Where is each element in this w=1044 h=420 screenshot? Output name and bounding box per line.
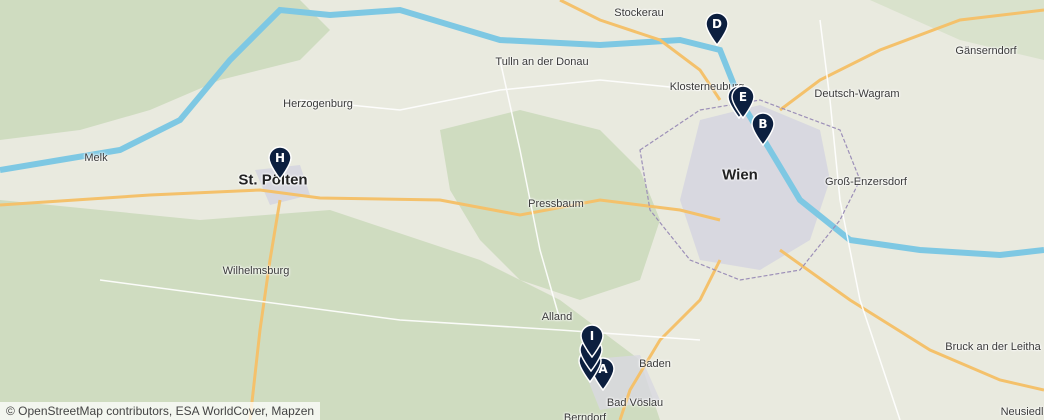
attribution-link[interactable]: © OpenStreetMap contributors, ESA WorldC… <box>6 404 314 418</box>
marker-label: I <box>589 329 595 343</box>
map-marker-H[interactable]: H <box>267 146 293 180</box>
place-label-deutsch-wagram: Deutsch-Wagram <box>814 88 900 100</box>
place-label-neusiedl: Neusiedl <box>1000 406 1044 418</box>
marker-label: H <box>274 151 286 165</box>
place-label-baden: Baden <box>639 358 671 370</box>
place-label-gross-enzersdorf: Groß-Enzersdorf <box>825 176 907 188</box>
place-label-stockerau: Stockerau <box>614 7 664 19</box>
place-label-alland: Alland <box>541 311 573 323</box>
place-label-berndorf: Berndorf <box>563 412 607 420</box>
map-attribution[interactable]: © OpenStreetMap contributors, ESA WorldC… <box>0 402 321 420</box>
place-label-wilhelmsburg: Wilhelmsburg <box>222 265 290 277</box>
place-label-pressbaum: Pressbaum <box>528 198 584 210</box>
place-label-bad-voeslau: Bad Vöslau <box>606 397 664 409</box>
map-marker-D[interactable]: D <box>704 12 730 46</box>
marker-label: D <box>712 17 722 31</box>
place-label-melk: Melk <box>84 152 108 164</box>
place-label-bruck: Bruck an der Leitha <box>945 341 1041 353</box>
map-marker-I[interactable]: I <box>579 324 605 358</box>
place-label-tulln: Tulln an der Donau <box>495 56 589 68</box>
marker-label: E <box>738 90 748 104</box>
marker-label: B <box>758 117 768 131</box>
place-label-herzogenburg: Herzogenburg <box>283 98 353 110</box>
place-label-gaenserndorf: Gänserndorf <box>955 45 1017 57</box>
map-marker-E[interactable]: E <box>730 85 756 119</box>
place-label-wien: Wien <box>722 166 758 184</box>
map-canvas[interactable]: Stockerau Tulln an der Donau Klosterneub… <box>0 0 1044 420</box>
